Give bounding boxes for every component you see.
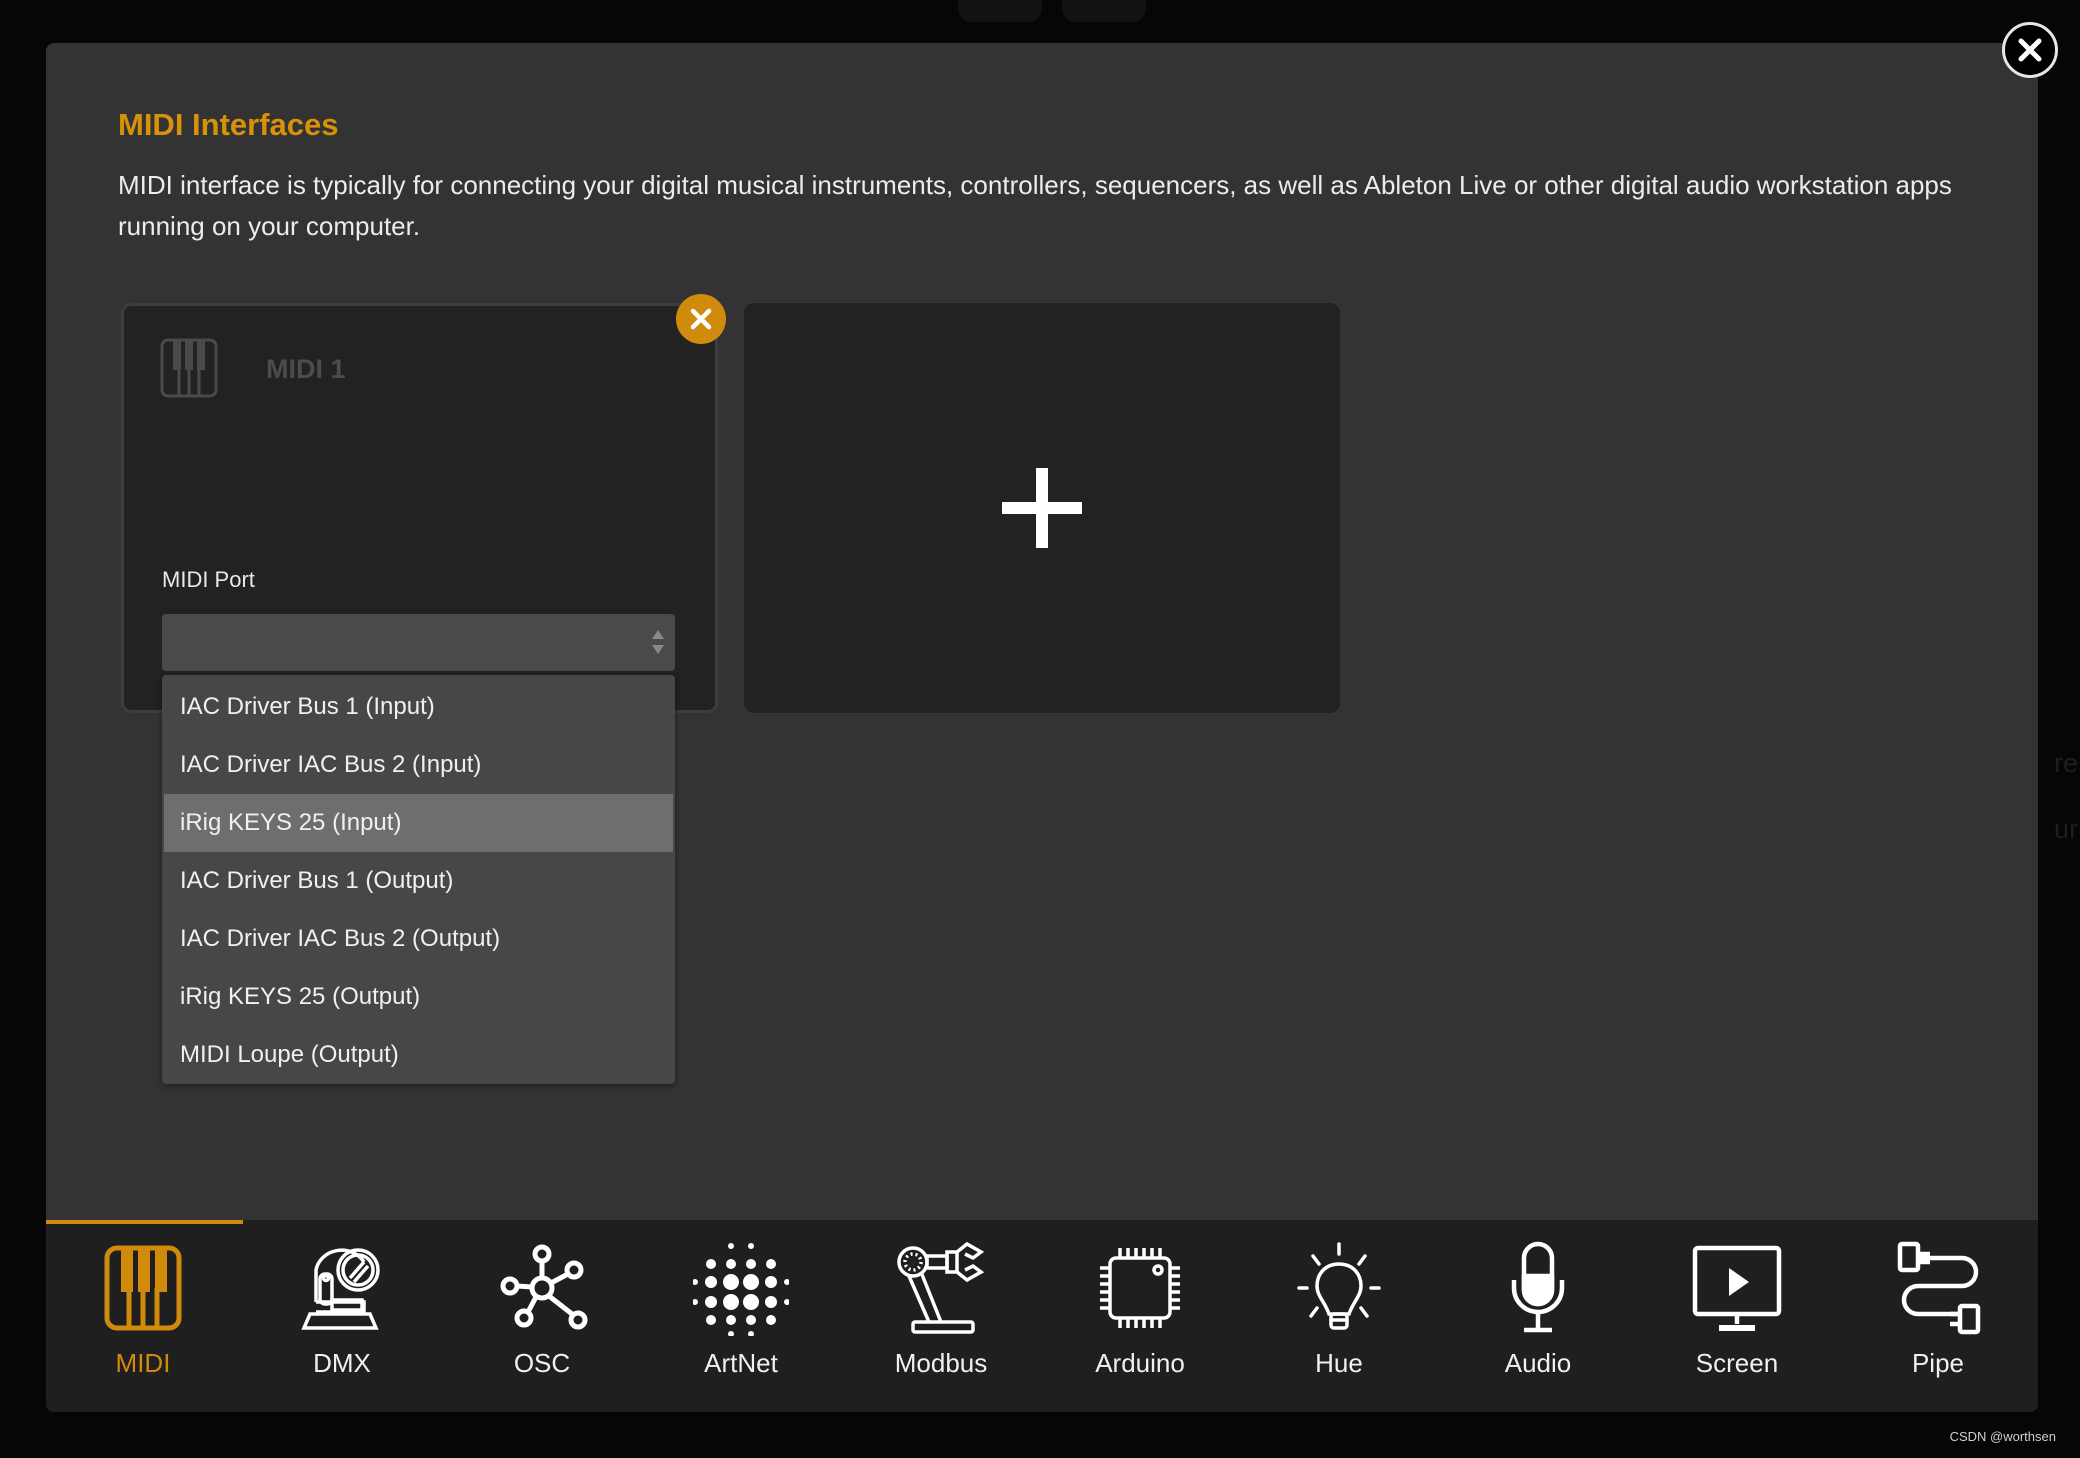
dropdown-option[interactable]: IAC Driver IAC Bus 2 (Output) [162, 910, 675, 968]
nav-label: MIDI [115, 1348, 171, 1378]
light-bulb-icon [1297, 1242, 1381, 1330]
select-arrows-icon [652, 630, 664, 654]
nav-item-screen[interactable]: Screen [1642, 1240, 1832, 1400]
moving-head-light-icon [301, 1248, 380, 1330]
nav-label: Screen [1695, 1348, 1779, 1378]
add-interface-button[interactable] [744, 303, 1340, 713]
watermark: CSDN @worthsen [1949, 1429, 2056, 1444]
background-text: ur [2053, 814, 2078, 844]
nav-item-hue[interactable]: Hue [1244, 1240, 1434, 1400]
dropdown-option[interactable]: IAC Driver IAC Bus 2 (Input) [162, 736, 675, 794]
dot-matrix-icon [693, 1243, 789, 1336]
interface-type-nav: MIDI DMX OSC ArtNet Modbus Arduino Hue A… [46, 1220, 2038, 1412]
nav-label: Pipe [1911, 1348, 1965, 1378]
close-icon [2018, 38, 2042, 62]
dropdown-option[interactable]: MIDI Loupe (Output) [162, 1026, 675, 1084]
active-tab-indicator [46, 1220, 243, 1224]
dropdown-option[interactable]: iRig KEYS 25 (Output) [162, 968, 675, 1026]
midi-port-select[interactable] [162, 614, 675, 671]
piano-keys-icon [104, 1245, 182, 1331]
nav-label: Audio [1504, 1348, 1572, 1378]
dropdown-option[interactable]: IAC Driver Bus 1 (Output) [162, 852, 675, 910]
dropdown-option[interactable]: IAC Driver Bus 1 (Input) [162, 678, 675, 736]
nav-label: ArtNet [704, 1348, 778, 1378]
remove-interface-button[interactable] [676, 294, 726, 344]
background-tab [1062, 0, 1146, 22]
nav-label: Modbus [894, 1348, 988, 1378]
background-text: re [2053, 748, 2078, 778]
monitor-play-icon [1692, 1245, 1782, 1331]
midi-port-dropdown: IAC Driver Bus 1 (Input) IAC Driver IAC … [162, 675, 675, 1084]
nav-item-dmx[interactable]: DMX [247, 1240, 437, 1400]
page-title: MIDI Interfaces [118, 107, 339, 142]
nav-label: Hue [1315, 1348, 1363, 1378]
nav-label: Arduino [1095, 1348, 1185, 1378]
nav-item-modbus[interactable]: Modbus [846, 1240, 1036, 1400]
nav-item-arduino[interactable]: Arduino [1045, 1240, 1235, 1400]
nav-item-osc[interactable]: OSC [447, 1240, 637, 1400]
page-description: MIDI interface is typically for connecti… [118, 170, 1952, 241]
dropdown-option-highlighted[interactable]: iRig KEYS 25 (Input) [164, 794, 673, 852]
robot-arm-icon [897, 1241, 985, 1334]
nav-label: OSC [513, 1348, 571, 1378]
nav-item-artnet[interactable]: ArtNet [646, 1240, 836, 1400]
network-nodes-icon [500, 1244, 588, 1330]
nav-item-audio[interactable]: Audio [1443, 1240, 1633, 1400]
close-modal-button[interactable] [2002, 22, 2058, 78]
nav-item-pipe[interactable]: Pipe [1843, 1240, 2033, 1400]
background-tab [958, 0, 1042, 22]
interface-name: MIDI 1 [266, 354, 346, 384]
close-icon [690, 308, 712, 330]
plus-icon [1002, 468, 1082, 548]
nav-item-midi[interactable]: MIDI [48, 1240, 238, 1400]
nav-label: DMX [313, 1348, 371, 1378]
midi-port-label: MIDI Port [162, 567, 255, 592]
interfaces-modal: MIDI Interfaces MIDI interface is typica… [46, 43, 2038, 1412]
microphone-icon [1511, 1241, 1565, 1333]
pipe-connector-icon [1897, 1241, 1981, 1335]
microchip-icon [1100, 1248, 1180, 1328]
piano-keys-icon [160, 338, 218, 398]
